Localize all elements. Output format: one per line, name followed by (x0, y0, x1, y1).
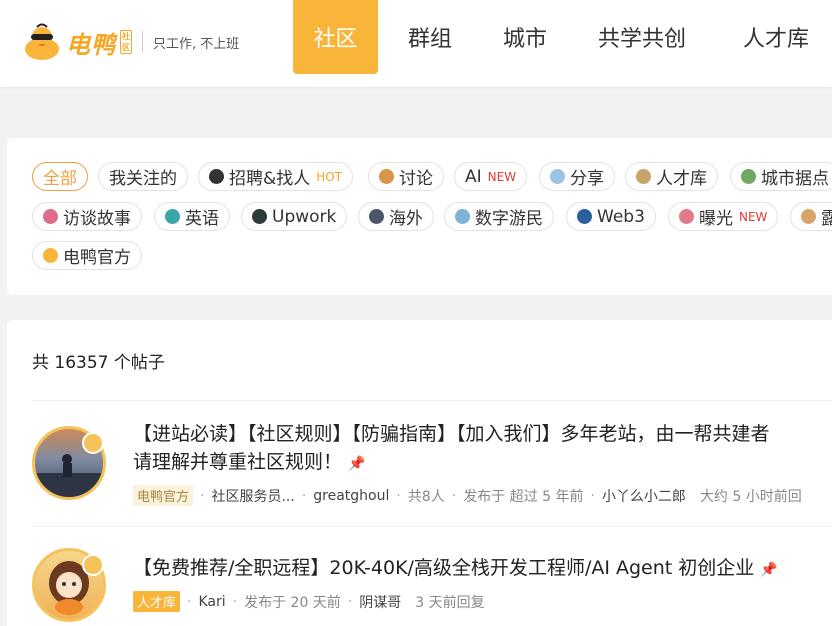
post-title-line: 【进站必读】【社区规则】【防骗指南】【加入我们】多年老站，由一帮共建者 (133, 423, 770, 445)
reply-time: 大约 5 小时前回 (699, 488, 802, 505)
tag-share[interactable]: 分享 (539, 162, 615, 191)
post-count: 共 16357 个帖子 (32, 353, 165, 373)
english-icon (165, 209, 180, 224)
duck-logo-icon (22, 22, 62, 62)
tag-overseas[interactable]: 海外 (358, 202, 434, 231)
posts-card: 共 16357 个帖子 【进站必读】【社区规则】【防骗指南】【加入我们】多年老站… (7, 320, 832, 626)
post-time: 发布于 20 天前 (244, 594, 341, 611)
interview-icon (43, 209, 58, 224)
tag-label: Upwork (272, 206, 337, 227)
new-badge: NEW (487, 169, 517, 184)
post-title-line: 【免费推荐/全职远程】20K-40K/高级全栈开发工程师/AI Agent 初创… (133, 557, 755, 579)
nav-cities[interactable]: 城市 (482, 0, 568, 74)
tag-upwork[interactable]: Upwork (241, 202, 348, 231)
logo-divider (142, 31, 143, 53)
tag-official[interactable]: 电鸭官方 (32, 241, 142, 270)
nav-community[interactable]: 社区 (293, 0, 378, 74)
author-name[interactable]: Kari (198, 594, 225, 610)
post-meta: 人才库 · Kari · 发布于 20 天前 · 阴谋哥 3 天前回复 (133, 591, 485, 612)
nav-talent[interactable]: 人才库 (716, 0, 832, 74)
tag-more[interactable]: 露 (790, 202, 832, 231)
post-title[interactable]: 【进站必读】【社区规则】【防骗指南】【加入我们】多年老站，由一帮共建者 请理解并… (133, 420, 770, 478)
tag-city[interactable]: 城市据点 (730, 162, 832, 191)
tag-nomad[interactable]: 数字游民 (444, 202, 554, 231)
nav-groups[interactable]: 群组 (378, 0, 482, 74)
tag-label: AI (465, 166, 482, 187)
tag-discuss[interactable]: 讨论 (368, 162, 444, 191)
post-time: 发布于 超过 5 年前 (463, 488, 584, 505)
divider (32, 526, 832, 527)
post-title[interactable]: 【免费推荐/全职远程】20K-40K/高级全栈开发工程师/AI Agent 初创… (133, 554, 778, 584)
expose-icon (679, 209, 694, 224)
tag-label: 我关注的 (109, 169, 177, 189)
author-name[interactable]: 社区服务员... (211, 486, 294, 506)
upwork-icon (252, 209, 267, 224)
hiring-icon (209, 169, 224, 184)
site-logo[interactable]: 电鸭 社区 只工作, 不上班 (22, 22, 239, 62)
tag-label: 数字游民 (475, 209, 543, 229)
tag-english[interactable]: 英语 (154, 202, 230, 231)
talent-icon (636, 169, 651, 184)
divider (32, 400, 832, 401)
tag-label: 分享 (570, 169, 604, 189)
city-icon (741, 169, 756, 184)
web3-icon (577, 209, 592, 224)
tag-label: 全部 (43, 169, 77, 189)
tag-label: 电鸭官方 (63, 248, 131, 268)
tag-label: 访谈故事 (63, 209, 131, 229)
tag-all[interactable]: 全部 (32, 162, 88, 191)
nav-colearn[interactable]: 共学共创 (568, 0, 716, 74)
hot-badge: HOT (316, 169, 343, 184)
main-nav: 社区 群组 城市 共学共创 人才库 (293, 0, 832, 74)
avatar-badge-icon (82, 554, 104, 576)
tag-ai[interactable]: AI NEW (454, 162, 528, 191)
tag-label: 招聘&找人 (229, 169, 311, 189)
tag-expose[interactable]: 曝光 NEW (668, 202, 779, 231)
tag-interview[interactable]: 访谈故事 (32, 202, 142, 231)
pin-icon: 📌 (760, 562, 778, 578)
reply-time: 3 天前回复 (415, 594, 485, 611)
coauthor-name[interactable]: greatghoul (313, 488, 389, 504)
tag-label: 海外 (389, 209, 423, 229)
tag-label: 曝光 (699, 209, 733, 229)
post-meta: 电鸭官方 · 社区服务员... · greatghoul · 共8人 · 发布于… (133, 485, 802, 506)
category-label[interactable]: 人才库 (133, 591, 181, 612)
share-icon (550, 169, 565, 184)
brand-name: 电鸭 (66, 30, 116, 59)
tag-label: 讨论 (399, 169, 433, 189)
slogan: 只工作, 不上班 (153, 36, 240, 52)
tag-label: 英语 (185, 209, 219, 229)
post-title-line: 请理解并尊重社区规则！ (133, 451, 343, 473)
last-replier[interactable]: 阴谋哥 (359, 592, 401, 612)
pin-icon: 📌 (348, 456, 366, 472)
official-duck-icon (43, 248, 58, 263)
more-tag-icon (801, 209, 816, 224)
tag-label: 露 (821, 209, 832, 229)
discuss-icon (379, 169, 394, 184)
overseas-icon (369, 209, 384, 224)
tag-talent[interactable]: 人才库 (625, 162, 718, 191)
participant-count: 共8人 (407, 488, 445, 505)
tag-hiring[interactable]: 招聘&找人 HOT (198, 162, 354, 191)
tag-label: 城市据点 (761, 169, 829, 189)
tag-following[interactable]: 我关注的 (98, 162, 188, 191)
last-replier[interactable]: 小丫么小二郎 (602, 486, 686, 506)
top-header: 电鸭 社区 只工作, 不上班 社区 群组 城市 共学共创 人才库 (0, 0, 832, 87)
brand-badge: 社区 (120, 30, 132, 54)
tag-filter-card: 全部 我关注的 招聘&找人 HOT 讨论 AI NEW 分享 人才库 城市据点 … (7, 138, 832, 295)
new-badge: NEW (739, 209, 768, 224)
category-label[interactable]: 电鸭官方 (133, 485, 194, 506)
tag-label: Web3 (597, 206, 645, 227)
tag-web3[interactable]: Web3 (566, 202, 656, 231)
avatar-badge-icon (82, 432, 104, 454)
tag-label: 人才库 (656, 169, 707, 189)
nomad-icon (455, 209, 470, 224)
